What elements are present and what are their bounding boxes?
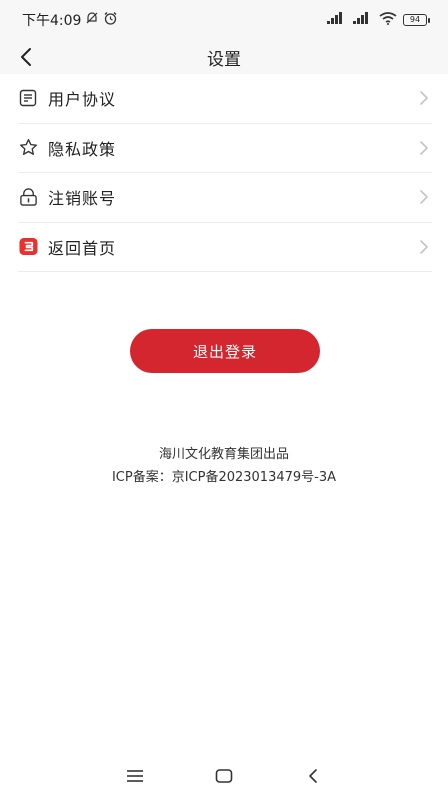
footer-company: 海川文化教育集团出品 — [158, 447, 289, 462]
document-icon — [18, 88, 38, 108]
page-title: 设置 — [207, 49, 241, 70]
back-nav-icon[interactable] — [301, 764, 325, 788]
chevron-right-icon — [420, 140, 428, 155]
alarm-icon — [103, 11, 118, 30]
menu-label: 注销账号 — [48, 189, 117, 209]
battery-level: 94 — [403, 14, 427, 26]
wifi-icon — [379, 11, 397, 29]
menu-label: 返回首页 — [48, 238, 117, 258]
lock-icon — [18, 187, 38, 207]
system-nav-bar — [0, 760, 448, 792]
menu-item-back-home[interactable]: 返回首页 — [18, 223, 432, 272]
menu-icon[interactable] — [123, 764, 147, 788]
home-icon[interactable] — [212, 764, 236, 788]
status-right: 94 — [327, 11, 430, 29]
footer-icp: ICP备案：京ICP备2023013479号-3A — [111, 470, 337, 485]
menu-item-delete-account[interactable]: 注销账号 — [18, 173, 432, 223]
star-icon — [18, 138, 38, 158]
battery-icon: 94 — [403, 14, 430, 26]
mute-notification-icon — [85, 11, 99, 29]
chevron-right-icon — [420, 91, 428, 106]
logout-button[interactable]: 退出登录 — [130, 329, 320, 373]
home-badge-icon — [18, 237, 38, 257]
chevron-right-icon — [420, 239, 428, 254]
menu-label: 隐私政策 — [48, 139, 117, 159]
chevron-left-icon — [21, 48, 31, 66]
settings-menu: 用户协议 隐私政策 注销账号 返回首页 — [18, 74, 432, 272]
menu-item-user-agreement[interactable]: 用户协议 — [18, 74, 432, 124]
chevron-right-icon — [420, 190, 428, 205]
status-time: 下午4:09 — [22, 13, 82, 29]
menu-item-privacy-policy[interactable]: 隐私政策 — [18, 124, 432, 173]
back-button[interactable] — [14, 44, 38, 70]
signal-icon — [327, 12, 347, 28]
status-left: 下午4:09 — [22, 10, 118, 30]
menu-label: 用户协议 — [48, 90, 117, 110]
status-bar: 下午4:09 94 — [0, 0, 448, 40]
nav-bar: 设置 — [0, 40, 448, 74]
signal-icon-2 — [353, 12, 373, 28]
